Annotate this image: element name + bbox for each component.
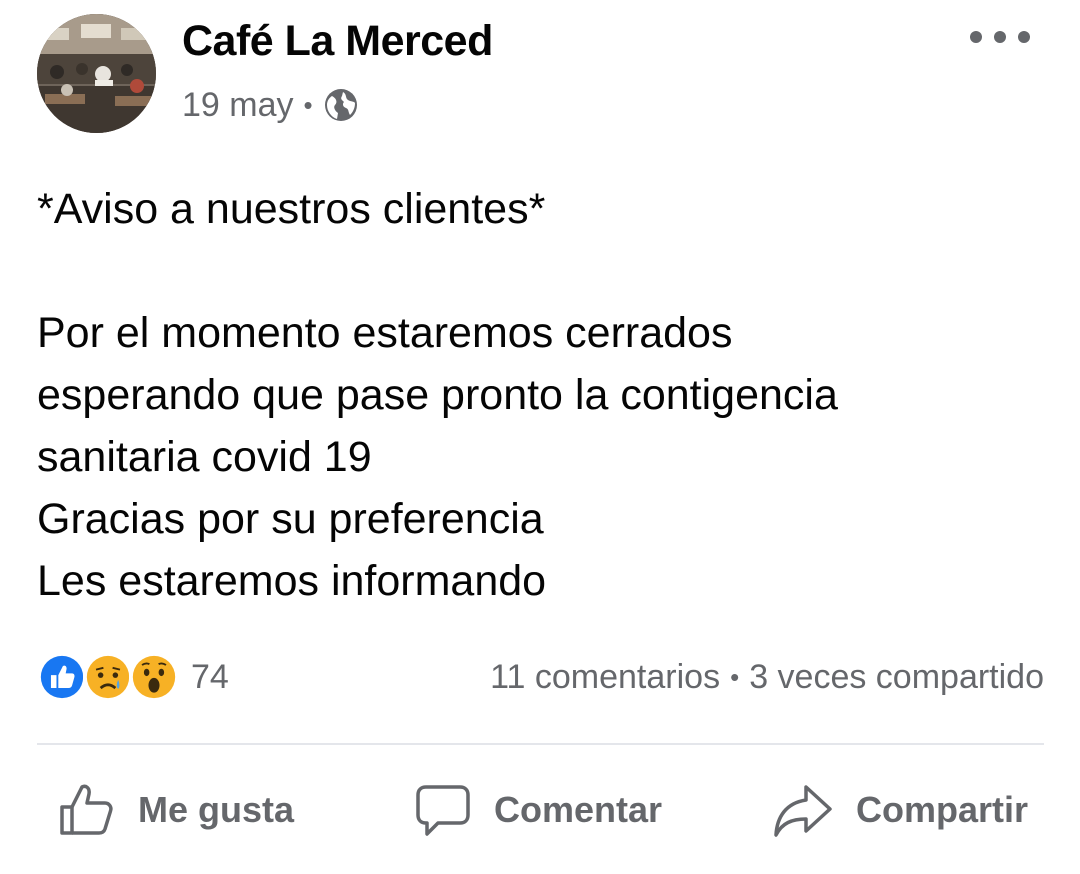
post-actions-bar: Me gusta Comentar Compartir bbox=[0, 770, 1080, 850]
share-button-label: Compartir bbox=[856, 789, 1029, 830]
share-arrow-icon bbox=[774, 785, 832, 837]
reaction-count: 74 bbox=[191, 657, 229, 696]
divider bbox=[37, 743, 1044, 745]
stats-separator: • bbox=[730, 661, 740, 692]
meta-separator: • bbox=[303, 89, 313, 120]
speech-bubble-icon bbox=[416, 785, 470, 836]
page-avatar[interactable] bbox=[37, 14, 156, 133]
comments-count-link[interactable]: 11 comentarios bbox=[490, 658, 720, 697]
like-reaction-icon bbox=[37, 652, 87, 702]
wow-reaction-icon bbox=[129, 652, 179, 702]
restaurant-photo bbox=[37, 14, 156, 133]
more-options-icon[interactable] bbox=[970, 20, 1030, 54]
comment-button[interactable]: Comentar bbox=[414, 770, 662, 850]
post-message: *Aviso a nuestros clientes* Por el momen… bbox=[37, 185, 838, 605]
engagement-stats: 11 comentarios • 3 veces compartido bbox=[490, 650, 1044, 704]
globe-icon[interactable] bbox=[323, 87, 359, 123]
comment-button-label: Comentar bbox=[494, 789, 663, 830]
shares-count-link[interactable]: 3 veces compartido bbox=[749, 658, 1044, 697]
facebook-post: Café La Merced 19 may • *Aviso a nuestro… bbox=[0, 0, 1080, 874]
like-button-label: Me gusta bbox=[138, 789, 295, 830]
thumbs-up-icon bbox=[60, 784, 113, 835]
sad-reaction-icon bbox=[83, 652, 133, 702]
post-meta: 19 may • bbox=[182, 80, 359, 130]
share-button[interactable]: Compartir bbox=[772, 770, 1028, 850]
page-name[interactable]: Café La Merced bbox=[182, 14, 493, 68]
reactions-summary[interactable]: 74 bbox=[37, 650, 229, 704]
like-button[interactable]: Me gusta bbox=[58, 770, 294, 850]
post-date[interactable]: 19 may bbox=[182, 86, 294, 125]
